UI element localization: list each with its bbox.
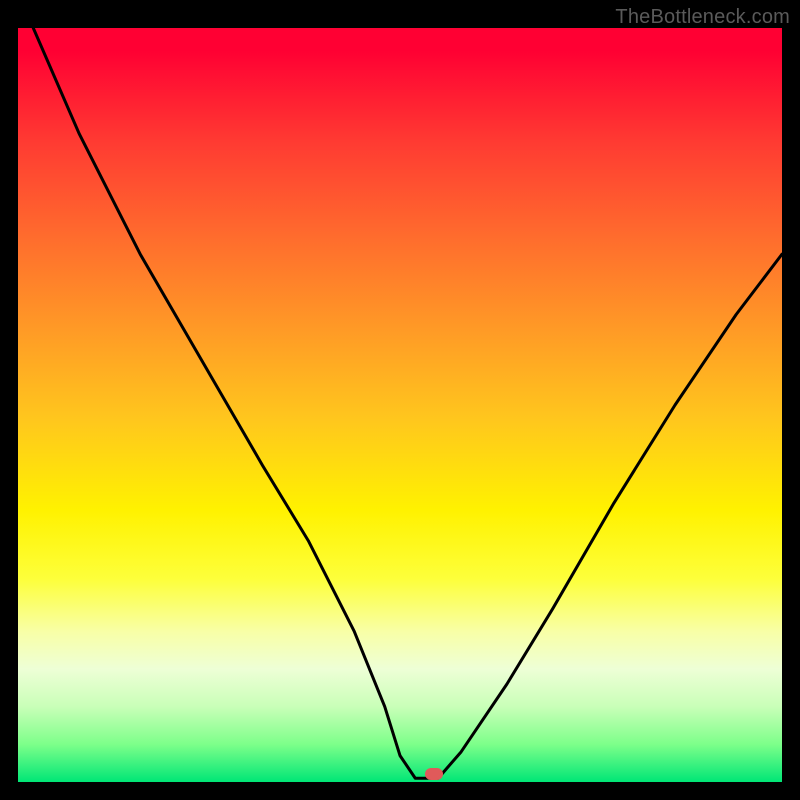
optimum-marker — [425, 768, 443, 780]
watermark-text: TheBottleneck.com — [615, 6, 790, 29]
curve-path — [33, 28, 782, 778]
bottleneck-curve — [18, 28, 782, 782]
chart-stage: TheBottleneck.com — [0, 0, 800, 800]
plot-area — [18, 28, 782, 782]
